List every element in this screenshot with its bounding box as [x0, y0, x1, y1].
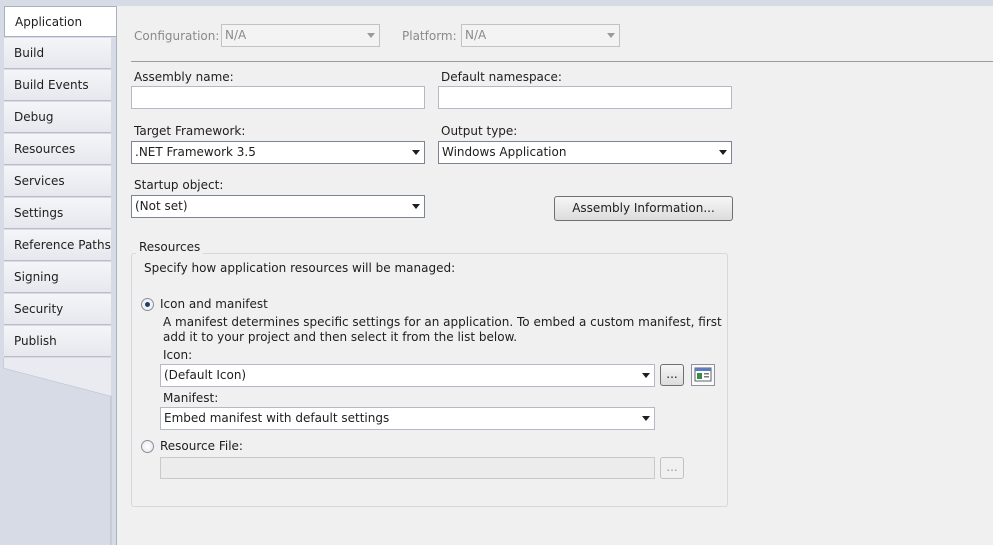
manifest-select[interactable]: Embed manifest with default settings	[160, 407, 655, 430]
header-divider	[131, 61, 993, 62]
tab-label: Signing	[14, 270, 59, 284]
tab-label: Reference Paths	[14, 238, 111, 252]
startup-object-value: (Not set)	[135, 199, 188, 213]
tab-label: Services	[14, 174, 65, 188]
chevron-down-icon	[412, 204, 420, 209]
chevron-down-icon	[412, 150, 420, 155]
manifest-description: A manifest determines specific settings …	[163, 315, 722, 344]
tab-label: Debug	[14, 110, 54, 124]
assembly-name-input[interactable]	[131, 86, 425, 109]
icon-and-manifest-label: Icon and manifest	[160, 297, 268, 311]
platform-label: Platform:	[402, 29, 457, 43]
target-framework-label: Target Framework:	[134, 124, 246, 138]
resources-instruction: Specify how application resources will b…	[144, 261, 456, 275]
icon-and-manifest-radio[interactable]	[141, 298, 154, 311]
application-icon	[694, 367, 712, 382]
tab-application[interactable]: Application	[4, 6, 116, 37]
manifest-value: Embed manifest with default settings	[164, 411, 390, 425]
chevron-down-icon	[367, 33, 375, 38]
tab-build-events[interactable]: Build Events	[4, 70, 111, 101]
configuration-label: Configuration:	[134, 29, 220, 43]
tab-label: Build	[14, 46, 45, 60]
tab-resources[interactable]: Resources	[4, 134, 111, 165]
resource-file-browse-button[interactable]: ...	[660, 457, 684, 479]
resource-file-label: Resource File:	[160, 439, 243, 453]
platform-select[interactable]: N/A	[461, 24, 620, 47]
icon-value: (Default Icon)	[164, 368, 247, 382]
manifest-label: Manifest:	[163, 391, 219, 405]
tab-reference-paths[interactable]: Reference Paths	[4, 230, 111, 261]
sidebar: Application Build Build Events Debug Res…	[0, 6, 116, 545]
resource-file-radio[interactable]	[141, 440, 154, 453]
tab-services[interactable]: Services	[4, 166, 111, 197]
resources-group-title: Resources	[136, 240, 204, 254]
icon-select[interactable]: (Default Icon)	[160, 364, 655, 387]
tab-label: Resources	[14, 142, 76, 156]
assembly-name-label: Assembly name:	[134, 70, 234, 84]
tab-label: Build Events	[14, 78, 89, 92]
output-type-value: Windows Application	[442, 145, 567, 159]
platform-value: N/A	[465, 28, 487, 42]
tab-label: Security	[14, 302, 64, 316]
output-type-select[interactable]: Windows Application	[438, 141, 732, 164]
startup-object-select[interactable]: (Not set)	[131, 195, 425, 218]
output-type-label: Output type:	[441, 124, 518, 138]
target-framework-select[interactable]: .NET Framework 3.5	[131, 141, 425, 164]
configuration-value: N/A	[225, 28, 247, 42]
tab-label: Publish	[14, 334, 57, 348]
icon-preview	[691, 364, 715, 386]
startup-object-label: Startup object:	[134, 178, 224, 192]
chevron-down-icon	[642, 416, 650, 421]
tab-label: Application	[15, 15, 83, 29]
icon-browse-button[interactable]: ...	[660, 364, 684, 386]
tab-signing[interactable]: Signing	[4, 262, 111, 293]
chevron-down-icon	[642, 373, 650, 378]
tab-build[interactable]: Build	[4, 38, 111, 69]
tab-settings[interactable]: Settings	[4, 198, 111, 229]
assembly-information-button[interactable]: Assembly Information...	[554, 196, 733, 221]
chevron-down-icon	[607, 33, 615, 38]
resource-file-input[interactable]	[160, 457, 655, 479]
default-namespace-label: Default namespace:	[441, 70, 562, 84]
icon-label: Icon:	[163, 348, 193, 362]
default-namespace-input[interactable]	[438, 86, 732, 109]
target-framework-value: .NET Framework 3.5	[135, 145, 256, 159]
tab-security[interactable]: Security	[4, 294, 111, 325]
tab-publish[interactable]: Publish	[4, 326, 111, 357]
application-properties-panel: Configuration: N/A Platform: N/A Assembl…	[116, 6, 993, 545]
tab-label: Settings	[14, 206, 64, 220]
tab-debug[interactable]: Debug	[4, 102, 111, 133]
chevron-down-icon	[719, 150, 727, 155]
configuration-select[interactable]: N/A	[221, 24, 380, 47]
